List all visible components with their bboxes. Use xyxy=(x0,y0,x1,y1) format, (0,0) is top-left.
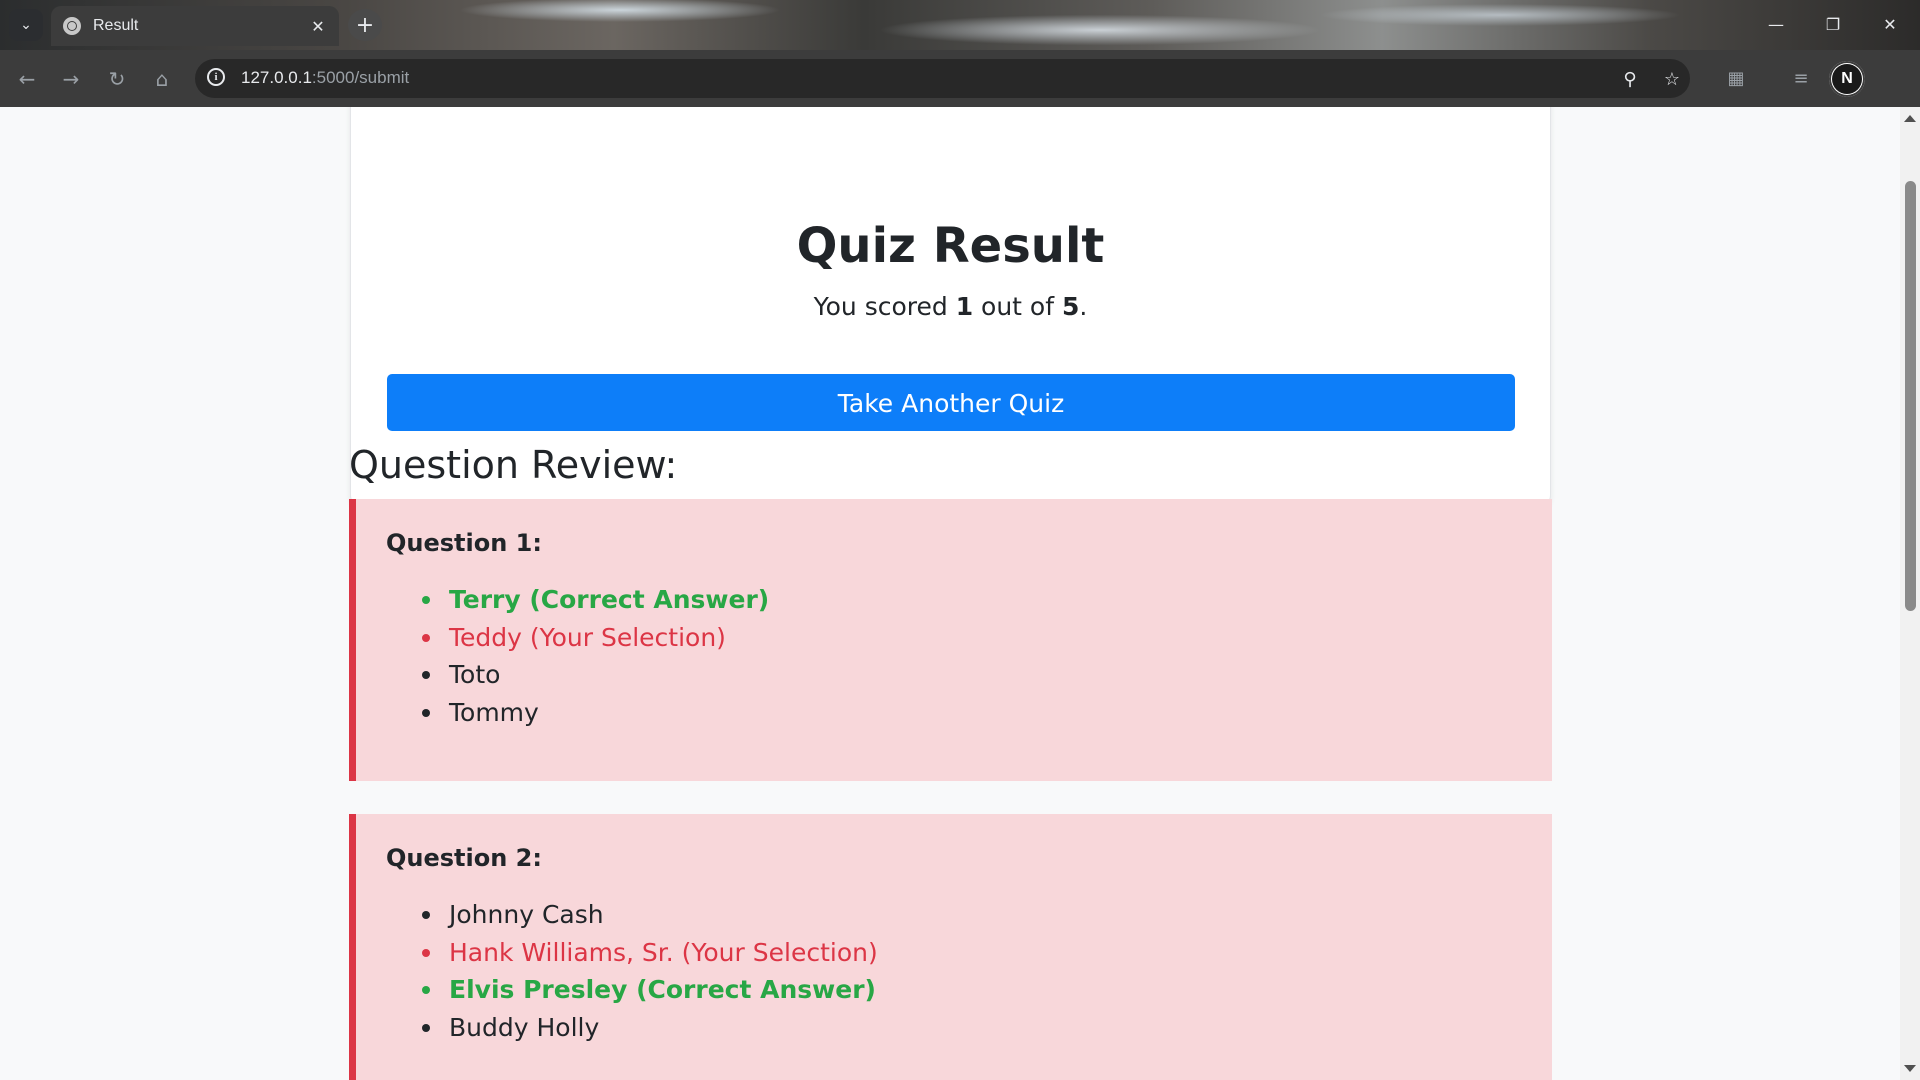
option-list: Johnny Cash Hank Williams, Sr. (Your Sel… xyxy=(386,896,878,1046)
score-line: You scored 1 out of 5. xyxy=(813,292,1088,321)
page-title: Quiz Result xyxy=(796,218,1105,274)
globe-icon xyxy=(63,17,81,35)
option-correct: Elvis Presley (Correct Answer) xyxy=(386,971,878,1009)
arrow-left-icon[interactable]: ← xyxy=(10,62,44,96)
browser-toolbar: ← → ↻ ⌂ i 127.0.0.1:5000/submit ⚲ ☆ ▦ ≡ … xyxy=(0,50,1920,107)
avatar[interactable]: N xyxy=(1829,61,1865,97)
score-value: 1 xyxy=(955,292,974,321)
review-heading: Question Review: xyxy=(349,443,678,487)
media-queue-icon[interactable]: ≡ xyxy=(1785,62,1817,94)
option-correct: Terry (Correct Answer) xyxy=(386,581,769,619)
address-bar[interactable]: i 127.0.0.1:5000/submit ⚲ ☆ xyxy=(195,59,1690,98)
restore-icon[interactable]: ❐ xyxy=(1813,8,1853,40)
scroll-down-icon[interactable] xyxy=(1904,1065,1916,1072)
option: Johnny Cash xyxy=(386,896,878,934)
plus-icon[interactable]: + xyxy=(348,9,382,41)
question-title: Question 2: xyxy=(386,844,542,872)
score-total: 5 xyxy=(1061,292,1080,321)
zoom-icon[interactable]: ⚲ xyxy=(1618,67,1642,91)
question-card: Question 2: Johnny Cash Hank Williams, S… xyxy=(349,814,1552,1080)
question-card: Question 1: Terry (Correct Answer) Teddy… xyxy=(349,499,1552,781)
window-close-icon[interactable]: ✕ xyxy=(1870,8,1910,40)
option-selected: Hank Williams, Sr. (Your Selection) xyxy=(386,934,878,972)
option: Tommy xyxy=(386,694,769,732)
info-icon[interactable]: i xyxy=(207,68,225,86)
page-scrollbar[interactable] xyxy=(1900,107,1920,1080)
minimize-icon[interactable]: — xyxy=(1756,8,1796,40)
question-title: Question 1: xyxy=(386,529,542,557)
arrow-right-icon[interactable]: → xyxy=(54,62,88,96)
star-icon[interactable]: ☆ xyxy=(1660,67,1684,91)
option-selected: Teddy (Your Selection) xyxy=(386,619,769,657)
chevron-down-icon[interactable]: ⌄ xyxy=(9,9,43,41)
url-text: 127.0.0.1:5000/submit xyxy=(241,68,410,87)
puzzle-icon[interactable]: ▦ xyxy=(1720,62,1752,94)
close-icon[interactable]: ✕ xyxy=(305,13,331,39)
home-icon[interactable]: ⌂ xyxy=(145,62,179,96)
take-another-quiz-button[interactable]: Take Another Quiz xyxy=(387,374,1515,431)
reload-icon[interactable]: ↻ xyxy=(100,62,134,96)
option: Toto xyxy=(386,656,769,694)
tab-title: Result xyxy=(93,17,139,34)
scroll-up-icon[interactable] xyxy=(1904,115,1916,122)
scroll-thumb[interactable] xyxy=(1905,181,1916,611)
option: Buddy Holly xyxy=(386,1009,878,1047)
page-viewport: Quiz Result You scored 1 out of 5. Take … xyxy=(0,107,1900,1080)
tab-result[interactable]: Result ✕ xyxy=(51,6,339,46)
option-list: Terry (Correct Answer) Teddy (Your Selec… xyxy=(386,581,769,731)
